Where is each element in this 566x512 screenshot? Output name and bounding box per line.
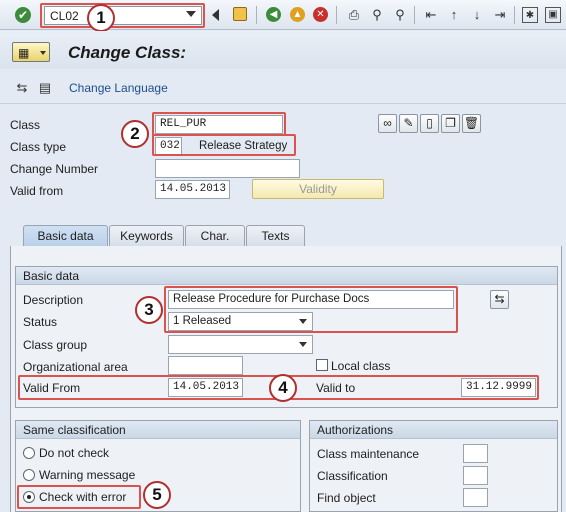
local-class-checkbox[interactable]	[316, 359, 328, 371]
pencil-icon[interactable]: ✎	[399, 114, 418, 133]
highlight-box-command	[40, 3, 205, 28]
local-class-label: Local class	[331, 359, 391, 373]
page-title: Change Class:	[68, 43, 187, 62]
highlight-box-class	[152, 112, 286, 136]
back-icon[interactable]: ◀	[266, 7, 281, 22]
class-maintenance-label: Class maintenance	[317, 447, 420, 461]
org-area-input[interactable]	[168, 356, 243, 375]
change-language-link[interactable]: Change Language	[69, 81, 168, 95]
validity-button[interactable]: Validity	[252, 179, 384, 199]
menu-button[interactable]: ▦	[12, 42, 50, 62]
toolbar-separator	[514, 6, 515, 24]
toolbar-separator	[256, 6, 257, 24]
toolbar-separator	[414, 6, 415, 24]
menu-icon: ▦	[18, 46, 30, 60]
callout-5: 5	[143, 481, 171, 509]
tab-basic-data[interactable]: Basic data	[23, 225, 108, 247]
tab-char[interactable]: Char.	[185, 225, 245, 246]
valid-from-header-label: Valid from	[10, 184, 64, 198]
back-arrow-icon[interactable]	[212, 9, 219, 21]
new-session-icon[interactable]: ✱	[522, 7, 538, 23]
callout-3: 3	[135, 296, 163, 324]
status-label: Status	[23, 315, 58, 329]
find-next-icon[interactable]: ⚲	[392, 7, 408, 23]
long-text-icon[interactable]: ⇆	[490, 290, 509, 309]
tab-texts[interactable]: Texts	[246, 225, 305, 246]
trash-icon[interactable]: 🗑	[462, 114, 481, 133]
basic-data-group-title: Basic data	[16, 267, 557, 285]
same-classification-title: Same classification	[16, 421, 300, 439]
class-label: Class	[10, 118, 41, 132]
callout-4: 4	[269, 374, 297, 402]
classification-label: Classification	[317, 469, 388, 483]
org-area-label: Organizational area	[23, 360, 128, 374]
classification-input[interactable]	[463, 466, 488, 485]
help-icon[interactable]: ▣	[545, 7, 561, 23]
chevron-down-icon	[299, 342, 307, 347]
class-type-label: Class type	[10, 140, 67, 154]
first-page-icon[interactable]: ⇤	[423, 7, 439, 23]
last-page-icon[interactable]: ⇥	[492, 7, 508, 23]
authorizations-title: Authorizations	[310, 421, 557, 439]
cancel-icon[interactable]: ✕	[313, 7, 328, 22]
chevron-down-icon	[40, 51, 46, 55]
validity-button-label: Validity	[299, 182, 337, 196]
prev-page-icon[interactable]: ↑	[446, 7, 462, 23]
radio-warning-message[interactable]	[23, 469, 35, 481]
toolbar-separator	[336, 6, 337, 24]
find-object-input[interactable]	[463, 488, 488, 507]
description-label: Description	[23, 293, 84, 307]
radio-do-not-check-label: Do not check	[39, 446, 110, 460]
exit-icon[interactable]: ▲	[290, 7, 305, 22]
display-icon[interactable]: ▤	[37, 80, 53, 96]
tab-keywords[interactable]: Keywords	[109, 225, 184, 246]
enter-icon[interactable]: ✔	[15, 7, 31, 23]
radio-do-not-check[interactable]	[23, 447, 35, 459]
change-number-label: Change Number	[10, 162, 99, 176]
highlight-box-class-type	[152, 134, 296, 156]
new-document-icon[interactable]: ▯	[420, 114, 439, 133]
class-group-select[interactable]	[168, 335, 313, 354]
callout-1: 1	[87, 4, 115, 32]
highlight-box-check-error	[17, 485, 141, 509]
class-group-label: Class group	[23, 338, 88, 352]
callout-2: 2	[121, 120, 149, 148]
class-maintenance-input[interactable]	[463, 444, 488, 463]
valid-from-header-input[interactable]: 14.05.2013	[155, 180, 230, 199]
other-class-icon[interactable]: ⇆	[14, 80, 30, 96]
find-object-label: Find object	[317, 491, 376, 505]
change-number-input[interactable]	[155, 159, 300, 178]
radio-warning-message-label: Warning message	[39, 468, 136, 482]
copy-icon[interactable]: ❐	[441, 114, 460, 133]
glasses-icon[interactable]: ∞	[378, 114, 397, 133]
highlight-box-description-status	[164, 286, 458, 333]
save-icon[interactable]	[233, 7, 247, 21]
print-icon[interactable]: ⎙	[346, 7, 362, 23]
next-page-icon[interactable]: ↓	[469, 7, 485, 23]
find-icon[interactable]: ⚲	[369, 7, 385, 23]
